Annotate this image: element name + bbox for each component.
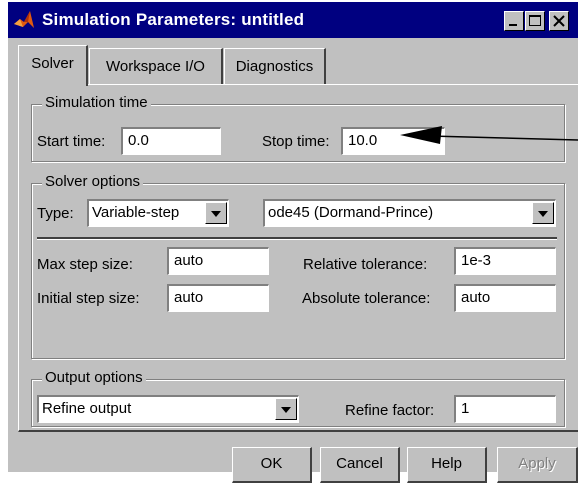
relative-tolerance-label: Relative tolerance: <box>303 256 428 273</box>
close-icon <box>553 15 565 27</box>
tab-diagnostics[interactable]: Diagnostics <box>224 48 326 84</box>
tab-label: Solver <box>31 55 74 72</box>
refine-factor-field[interactable]: 1 <box>454 395 556 423</box>
minimize-button[interactable] <box>504 11 524 31</box>
cancel-button[interactable]: Cancel <box>320 447 400 483</box>
solver-options-divider <box>37 237 557 240</box>
title-bar[interactable]: Simulation Parameters: untitled <box>8 2 578 38</box>
maximize-button[interactable] <box>525 11 545 31</box>
initial-step-size-field[interactable]: auto <box>167 284 269 312</box>
stop-time-label: Stop time: <box>262 133 330 150</box>
help-button[interactable]: Help <box>407 447 487 483</box>
output-options-value: Refine output <box>42 400 132 417</box>
solver-type-value: Variable-step <box>92 204 180 221</box>
output-options-select[interactable]: Refine output <box>37 395 299 423</box>
solver-options-legend: Solver options <box>42 173 144 190</box>
solver-method-dropdown-button[interactable] <box>532 202 554 224</box>
tab-solver[interactable]: Solver <box>18 45 88 86</box>
window-title: Simulation Parameters: untitled <box>42 10 305 29</box>
type-label: Type: <box>37 205 74 222</box>
tab-workspace-io[interactable]: Workspace I/O <box>89 48 223 84</box>
maximize-icon <box>529 15 541 26</box>
tab-label: Workspace I/O <box>106 58 205 75</box>
refine-factor-label: Refine factor: <box>345 402 435 419</box>
solver-method-value: ode45 (Dormand-Prince) <box>268 204 434 221</box>
ok-button[interactable]: OK <box>232 447 312 483</box>
solver-type-select[interactable]: Variable-step <box>87 199 229 227</box>
simulation-time-legend: Simulation time <box>42 94 151 111</box>
solver-method-select[interactable]: ode45 (Dormand-Prince) <box>263 199 556 227</box>
matlab-logo-icon <box>14 11 34 28</box>
start-time-field[interactable]: 0.0 <box>121 127 221 155</box>
start-time-label: Start time: <box>37 133 106 150</box>
max-step-size-label: Max step size: <box>37 256 133 273</box>
chevron-down-icon <box>281 407 291 413</box>
output-options-dropdown-button[interactable] <box>275 398 297 420</box>
tab-label: Diagnostics <box>235 58 314 75</box>
output-options-legend: Output options <box>42 369 146 386</box>
absolute-tolerance-label: Absolute tolerance: <box>302 290 431 307</box>
chevron-down-icon <box>211 211 221 217</box>
relative-tolerance-field[interactable]: 1e-3 <box>454 247 556 275</box>
solver-type-dropdown-button[interactable] <box>205 202 227 224</box>
minimize-icon <box>509 24 517 26</box>
absolute-tolerance-field[interactable]: auto <box>454 284 556 312</box>
annotation-arrow <box>400 126 578 144</box>
chevron-down-icon <box>538 211 548 217</box>
close-button[interactable] <box>549 11 569 31</box>
initial-step-size-label: Initial step size: <box>37 290 140 307</box>
apply-button[interactable]: Apply <box>497 447 578 483</box>
max-step-size-field[interactable]: auto <box>167 247 269 275</box>
